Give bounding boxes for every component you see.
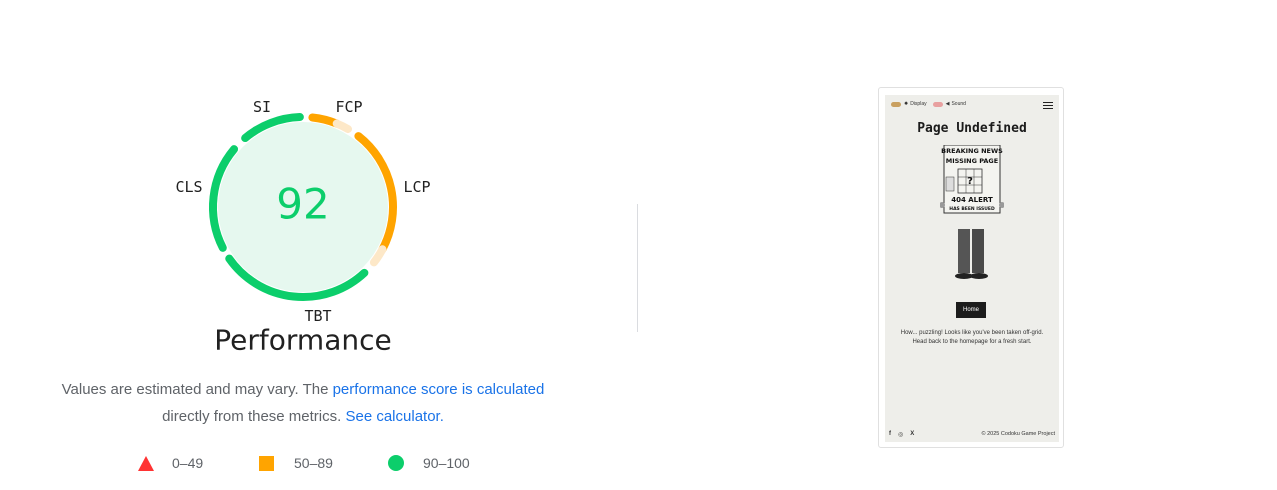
headline-2: MISSING PAGE [946,157,998,165]
metric-label-cls: CLS [175,178,203,196]
see-calculator-link[interactable]: See calculator. [345,408,443,425]
thumb-page-title: Page Undefined [917,121,1027,136]
screenshot-image: ✹ Display ◀ Sound Page Undefined BREAKIN… [885,95,1059,442]
final-screenshot[interactable]: ✹ Display ◀ Sound Page Undefined BREAKIN… [878,87,1064,448]
newspaper-man-illustration: BREAKING NEWS MISSING PAGE ? 404 ALERT H… [940,145,1004,279]
square-icon [259,455,274,471]
message-line-2: Head back to the homepage for a fresh st… [912,339,1032,345]
legend-pass-range: 90–100 [423,455,470,471]
facebook-icon: f [889,431,891,437]
metric-label-si: SI [252,98,272,116]
x-icon: X [910,431,915,437]
legend-average: 50–89 [259,455,333,471]
menu-icon [1043,102,1053,111]
category-title: Performance [214,323,392,357]
legend-pass: 90–100 [388,455,470,471]
alert-2: HAS BEEN ISSUED [949,206,995,212]
toggle-icon-2 [932,101,943,107]
message-line-1: How... puzzling! Looks like you've been … [900,330,1044,336]
divider [637,204,638,332]
metric-label-fcp: FCP [335,98,363,116]
description-text: Values are estimated and may vary. The [61,381,333,398]
legend-average-range: 50–89 [294,455,333,471]
performance-gauge [209,113,397,301]
toggle-icon [891,101,901,107]
speaker-icon: ◀ [945,101,950,107]
alert-1: 404 ALERT [951,196,993,204]
home-button: Home [956,302,986,318]
copyright-text: © 2025 Codoku Game Project [981,431,1055,437]
score-description: Values are estimated and may vary. The p… [40,376,566,430]
legend-fail-range: 0–49 [172,455,204,471]
gear-icon: ✹ [904,101,909,107]
metric-label-tbt: TBT [304,307,332,325]
performance-score: 92 [276,179,330,229]
question-mark: ? [967,176,973,187]
triangle-icon [138,455,154,471]
legend-fail: 0–49 [138,455,203,471]
headline-1: BREAKING NEWS [941,147,1003,155]
toggle-label-display: Display [910,101,927,107]
thumb-message: How... puzzling! Looks like you've been … [887,329,1057,347]
toggle-label-sound: Sound [951,101,966,107]
description-text-2: directly from these metrics. [162,408,342,425]
score-calculated-link[interactable]: performance score is calculated [333,381,545,398]
metric-label-lcp: LCP [403,178,431,196]
fcp-track-arc [332,119,352,134]
instagram-icon: ◎ [898,432,904,438]
circle-icon [388,455,404,471]
toggle-bar: ✹ Display ◀ Sound [891,101,966,107]
